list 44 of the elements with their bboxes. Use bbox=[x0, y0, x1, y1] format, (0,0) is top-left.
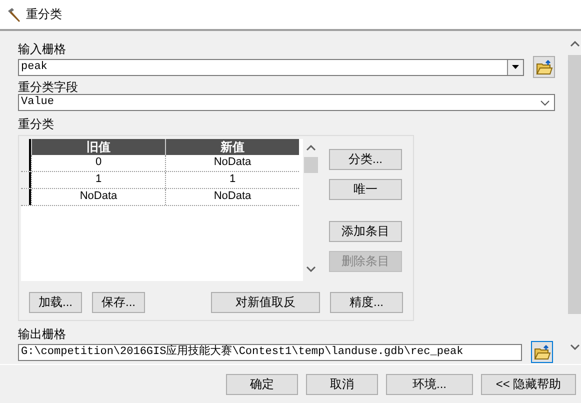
scroll-down-icon[interactable] bbox=[570, 344, 580, 350]
row-header[interactable] bbox=[21, 189, 31, 205]
reclass-field-select[interactable]: Value bbox=[18, 94, 555, 111]
field-label: 输入栅格 bbox=[18, 42, 67, 56]
row-header[interactable] bbox=[21, 155, 31, 171]
dialog-button[interactable]: 确定 bbox=[226, 374, 298, 394]
scroll-up-icon[interactable] bbox=[570, 41, 580, 47]
action-button[interactable]: 分类... bbox=[329, 149, 402, 170]
column-header: 新值 bbox=[165, 139, 299, 155]
input-raster-field[interactable]: peak bbox=[18, 58, 524, 76]
field-label: 输出栅格 bbox=[18, 327, 67, 341]
browse-button[interactable] bbox=[531, 341, 553, 363]
row-header[interactable] bbox=[21, 139, 31, 155]
action-button[interactable]: 保存... bbox=[92, 292, 145, 313]
output-raster-field[interactable]: G:\competition\2016GIS应用技能大赛\Contest1\temp\landuse.gdb\rec_peak bbox=[18, 344, 522, 360]
open-folder-icon bbox=[536, 60, 552, 74]
field-label: 重分类字段 bbox=[18, 80, 79, 94]
open-folder-icon bbox=[534, 344, 550, 360]
chevron-down-icon[interactable] bbox=[540, 100, 550, 106]
action-button[interactable]: 对新值取反 bbox=[211, 292, 320, 313]
table-cell[interactable]: 0 bbox=[31, 155, 165, 171]
row-header[interactable] bbox=[21, 172, 31, 188]
table-cell[interactable]: NoData bbox=[165, 155, 299, 171]
column-header: 旧值 bbox=[31, 139, 165, 155]
scroll-thumb[interactable] bbox=[304, 157, 318, 173]
table-cell[interactable]: 1 bbox=[165, 172, 299, 188]
hammer-icon bbox=[6, 6, 22, 22]
section-label: 重分类 bbox=[18, 117, 55, 131]
action-button[interactable]: 唯一 bbox=[329, 179, 402, 200]
action-button[interactable]: 精度... bbox=[330, 292, 403, 313]
dialog-button[interactable]: 环境... bbox=[386, 374, 473, 394]
browse-button[interactable] bbox=[533, 56, 555, 78]
table-cell[interactable]: NoData bbox=[31, 189, 165, 205]
scroll-down-icon[interactable] bbox=[306, 266, 316, 272]
dialog-button[interactable]: 取消 bbox=[306, 374, 378, 394]
scroll-thumb[interactable] bbox=[568, 55, 581, 314]
action-button[interactable]: 添加条目 bbox=[329, 221, 402, 242]
dialog-button[interactable]: << 隐藏帮助 bbox=[481, 374, 576, 394]
scroll-up-icon[interactable] bbox=[306, 145, 316, 151]
table-cell[interactable]: NoData bbox=[165, 189, 299, 205]
action-button[interactable]: 加载... bbox=[29, 292, 82, 313]
table-cell[interactable]: 1 bbox=[31, 172, 165, 188]
window-title: 重分类 bbox=[26, 6, 62, 23]
dropdown-arrow-icon[interactable] bbox=[512, 65, 519, 69]
